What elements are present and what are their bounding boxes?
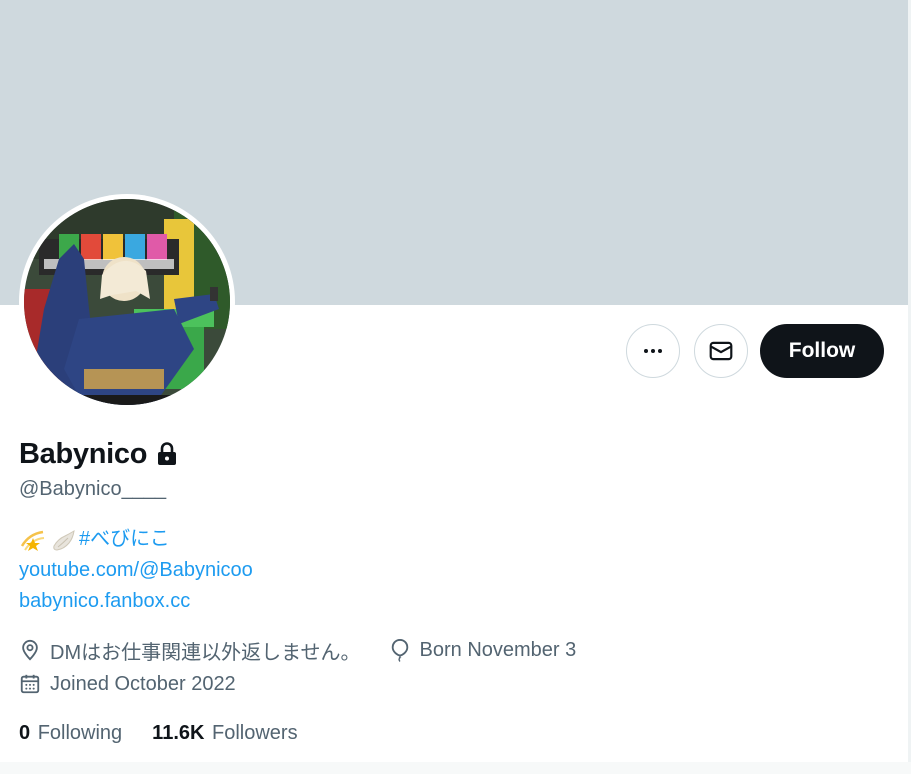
bio-hashtag-link[interactable]: #べびにこ	[79, 524, 170, 555]
avatar[interactable]	[19, 194, 235, 410]
ellipsis-icon	[644, 349, 662, 353]
following-count: 0	[19, 722, 31, 744]
birthday-item: Born November 3	[389, 638, 577, 662]
location-text: DMはお仕事関連以外返しません。	[50, 641, 361, 664]
profile-meta: DMはお仕事関連以外返しません。 Born November 3 Joined …	[19, 633, 604, 701]
bio-youtube-link[interactable]: youtube.com/@Babynicoo	[19, 555, 253, 586]
followers-link[interactable]: 11.6K Followers	[152, 722, 297, 745]
bio-fanbox-link[interactable]: babynico.fanbox.cc	[19, 586, 190, 617]
dizzy-star-icon	[19, 526, 47, 554]
more-options-button[interactable]	[626, 324, 680, 378]
profile-stats: 0 Following 11.6K Followers	[19, 722, 298, 745]
display-name: Babynico	[19, 437, 148, 470]
location-pin-icon	[22, 639, 38, 661]
birthday-text: Born November 3	[419, 638, 577, 661]
profile-name-row: Babynico	[19, 434, 179, 474]
following-link[interactable]: 0 Following	[19, 722, 122, 745]
lock-icon	[155, 441, 179, 467]
avatar-image	[24, 199, 230, 405]
followers-count: 11.6K	[152, 722, 205, 744]
message-button[interactable]	[694, 324, 748, 378]
page-bottom-strip	[0, 762, 911, 774]
avatar-photo	[24, 199, 230, 405]
profile-handle: @Babynico____	[19, 478, 167, 500]
location-item: DMはお仕事関連以外返しません。	[19, 636, 361, 665]
balloon-icon	[391, 638, 408, 662]
envelope-icon	[709, 341, 733, 361]
wing-icon	[49, 526, 77, 554]
follow-button[interactable]: Follow	[760, 324, 884, 378]
joined-item: Joined October 2022	[19, 673, 236, 696]
following-label: Following	[37, 722, 123, 744]
bio-hashtag-line: #べびにこ	[19, 524, 253, 555]
calendar-icon	[20, 674, 40, 694]
profile-bio: #べびにこ youtube.com/@Babynicoo babynico.fa…	[19, 524, 253, 617]
followers-label: Followers	[212, 722, 298, 744]
joined-text: Joined October 2022	[50, 672, 236, 695]
